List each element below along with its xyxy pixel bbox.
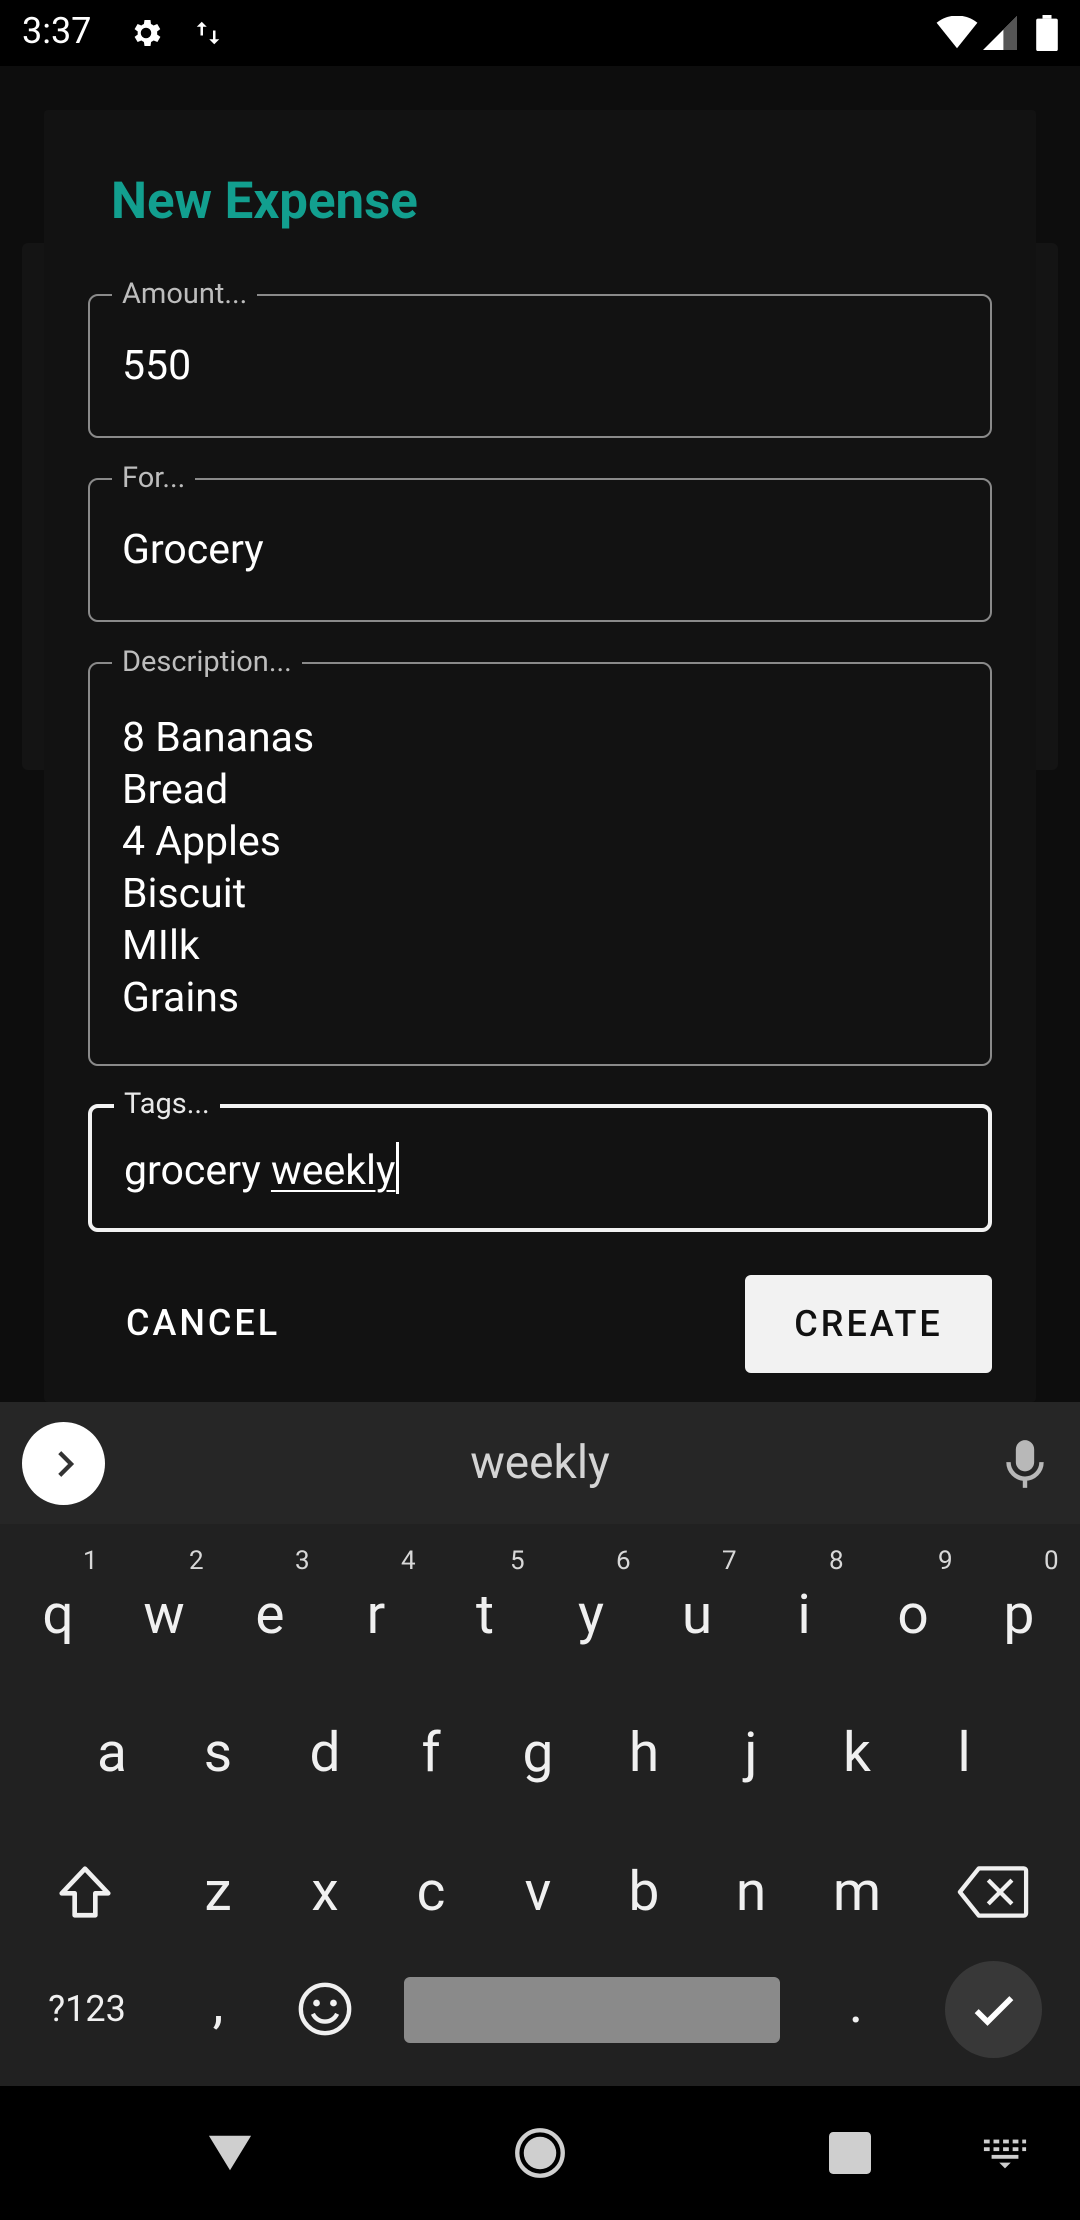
key-hint: 3: [295, 1546, 310, 1576]
key-z[interactable]: z: [165, 1842, 271, 1942]
key-g[interactable]: g: [485, 1703, 591, 1803]
key-w[interactable]: w: [111, 1565, 217, 1665]
tags-current-word: weekly: [270, 1147, 396, 1195]
back-nav-button[interactable]: [190, 2086, 270, 2220]
key-s[interactable]: s: [165, 1703, 271, 1803]
key-k[interactable]: k: [804, 1703, 910, 1803]
status-time: 3:37: [22, 10, 92, 52]
key-d[interactable]: d: [272, 1703, 378, 1803]
key-u[interactable]: u: [644, 1565, 750, 1665]
data-transfer-icon: [188, 0, 228, 66]
tags-field[interactable]: Tags... grocery weekly: [88, 1087, 992, 1232]
key-hint: 9: [938, 1546, 953, 1576]
dialog-title: New Expense: [111, 172, 418, 231]
comma-key[interactable]: ,: [168, 1954, 268, 2054]
for-field[interactable]: For... Grocery: [88, 461, 992, 622]
key-hint: 7: [722, 1546, 737, 1576]
text-cursor: [396, 1142, 400, 1194]
amount-field-label: Amount...: [112, 277, 258, 311]
tags-value-prefix: grocery: [124, 1147, 271, 1195]
emoji-smiley-icon: [298, 1982, 352, 2036]
period-key[interactable]: .: [806, 1954, 906, 2054]
battery-icon: [1030, 0, 1064, 66]
amount-value: 550: [122, 342, 192, 390]
cancel-button[interactable]: CANCEL: [126, 1302, 280, 1344]
back-triangle-icon: [208, 2135, 252, 2171]
key-p[interactable]: p: [966, 1565, 1072, 1665]
key-f[interactable]: f: [378, 1703, 484, 1803]
recents-square-icon: [829, 2132, 871, 2174]
tags-value: grocery weekly: [124, 1142, 400, 1197]
keyboard-suggestion-strip: weekly: [0, 1402, 1080, 1524]
key-x[interactable]: x: [272, 1842, 378, 1942]
key-e[interactable]: e: [217, 1565, 323, 1665]
cell-signal-icon: [980, 0, 1020, 66]
key-m[interactable]: m: [804, 1842, 910, 1942]
key-y[interactable]: y: [538, 1565, 644, 1665]
shift-icon: [59, 1866, 111, 1918]
status-bar: 3:37: [0, 0, 1080, 66]
backspace-key[interactable]: [940, 1842, 1046, 1942]
key-h[interactable]: h: [591, 1703, 697, 1803]
key-hint: 4: [401, 1546, 416, 1576]
key-o[interactable]: o: [860, 1565, 966, 1665]
description-line: 8 Bananas: [122, 714, 315, 762]
checkmark-icon: [974, 1995, 1013, 2026]
description-line: Grains: [122, 974, 240, 1022]
description-value: 8 Bananas Bread 4 Apples Biscuit MIlk Gr…: [122, 712, 314, 1024]
key-hint: 5: [510, 1546, 525, 1576]
key-q[interactable]: q: [5, 1565, 111, 1665]
done-key[interactable]: [945, 1961, 1042, 2058]
home-circle-icon: [515, 2128, 565, 2178]
key-c[interactable]: c: [378, 1842, 484, 1942]
key-hint: 0: [1044, 1546, 1059, 1576]
keyboard-icon: [983, 2139, 1027, 2169]
shift-key[interactable]: [32, 1842, 138, 1942]
key-r[interactable]: r: [323, 1565, 429, 1665]
key-a[interactable]: a: [59, 1703, 165, 1803]
key-hint: 2: [189, 1546, 204, 1576]
emoji-key[interactable]: [272, 1959, 378, 2059]
key-j[interactable]: j: [698, 1703, 804, 1803]
key-t[interactable]: t: [432, 1565, 538, 1665]
create-button[interactable]: CREATE: [745, 1275, 992, 1373]
new-expense-dialog: New Expense Amount... 550 For... Grocery…: [44, 110, 1036, 1402]
key-v[interactable]: v: [485, 1842, 591, 1942]
description-field[interactable]: Description... 8 Bananas Bread 4 Apples …: [88, 645, 992, 1066]
description-line: Biscuit: [122, 870, 247, 918]
navigation-bar: [0, 2086, 1080, 2220]
description-line: 4 Apples: [122, 818, 281, 866]
for-field-label: For...: [112, 461, 196, 495]
settings-gear-icon: [122, 0, 170, 66]
key-b[interactable]: b: [591, 1842, 697, 1942]
key-i[interactable]: i: [751, 1565, 857, 1665]
suggestion-word[interactable]: weekly: [0, 1436, 1080, 1490]
keyboard-switcher-button[interactable]: [975, 2086, 1035, 2220]
for-value: Grocery: [122, 526, 264, 574]
description-line: MIlk: [122, 922, 200, 970]
key-n[interactable]: n: [698, 1842, 804, 1942]
tags-field-label: Tags...: [114, 1087, 220, 1121]
key-l[interactable]: l: [911, 1703, 1017, 1803]
amount-field[interactable]: Amount... 550: [88, 277, 992, 438]
recents-nav-button[interactable]: [810, 2086, 890, 2220]
key-hint: 6: [616, 1546, 631, 1576]
microphone-icon[interactable]: [1003, 1438, 1047, 1494]
description-line: Bread: [122, 766, 229, 814]
backspace-icon: [957, 1866, 1029, 1918]
symbols-key[interactable]: ?123: [32, 1959, 142, 2059]
key-hint: 8: [829, 1546, 844, 1576]
key-hint: 1: [83, 1546, 98, 1576]
wifi-icon: [934, 0, 980, 66]
description-field-label: Description...: [112, 645, 302, 679]
space-key[interactable]: [404, 1977, 780, 2043]
home-nav-button[interactable]: [500, 2086, 580, 2220]
keyboard: q 1 w 2 e 3 r 4 t 5 y 6 u 7 i 8 o 9 p 0 …: [0, 1524, 1080, 2086]
